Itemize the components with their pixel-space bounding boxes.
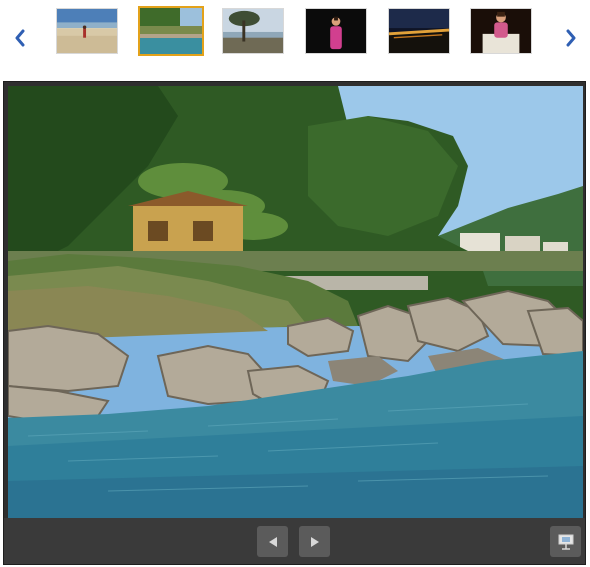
- triangle-right-icon: [310, 536, 319, 547]
- next-image-button[interactable]: [299, 526, 330, 557]
- chevron-right-icon: [566, 29, 576, 47]
- thumbnail-6[interactable]: [470, 8, 532, 54]
- previous-image-button[interactable]: [257, 526, 288, 557]
- thumbnail-4[interactable]: [305, 8, 367, 54]
- thumbnail-next-button[interactable]: [561, 28, 581, 48]
- image-viewer: [3, 81, 586, 565]
- thumbnail-2-selected[interactable]: [138, 6, 204, 56]
- slideshow-button[interactable]: [550, 526, 581, 557]
- thumbnail-3[interactable]: [222, 8, 284, 54]
- viewer-control-bar: [4, 518, 585, 564]
- thumbnail-1[interactable]: [56, 8, 118, 54]
- thumbnail-5[interactable]: [388, 8, 450, 54]
- thumbnail-strip: [0, 0, 590, 70]
- triangle-left-icon: [268, 536, 277, 547]
- main-photo: [8, 86, 583, 518]
- chevron-left-icon: [15, 29, 25, 47]
- projector-screen-icon: [558, 534, 573, 550]
- thumbnail-prev-button[interactable]: [10, 28, 30, 48]
